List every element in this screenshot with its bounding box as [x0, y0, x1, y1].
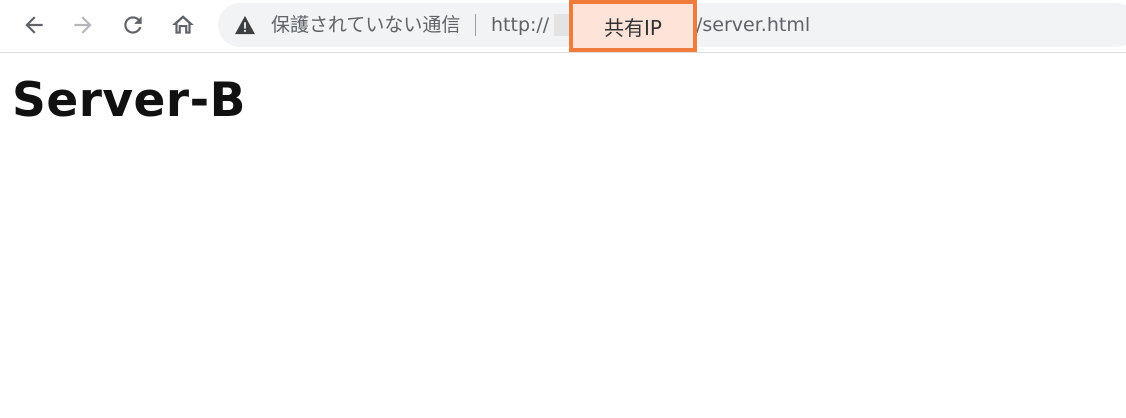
callout-label: 共有IP [604, 15, 662, 40]
url-redacted-host [554, 14, 570, 36]
reload-icon [124, 16, 142, 34]
back-button[interactable] [19, 10, 49, 40]
url-path[interactable]: /server.html [696, 14, 810, 36]
home-button[interactable] [168, 10, 198, 40]
browser-toolbar: 保護されていない通信 http:// /server.html 共有IP [0, 0, 1126, 53]
omnibox-separator [475, 14, 476, 36]
page-title: Server-B [12, 73, 246, 128]
home-icon [172, 15, 194, 34]
warning-icon[interactable] [234, 15, 256, 35]
forward-button[interactable] [68, 10, 98, 40]
url-scheme[interactable]: http:// [491, 14, 549, 36]
arrow-right-icon [74, 16, 92, 34]
security-status-text[interactable]: 保護されていない通信 [271, 14, 460, 36]
arrow-left-icon [25, 16, 43, 34]
reload-button[interactable] [118, 10, 148, 40]
shared-ip-callout: 共有IP [569, 0, 697, 52]
